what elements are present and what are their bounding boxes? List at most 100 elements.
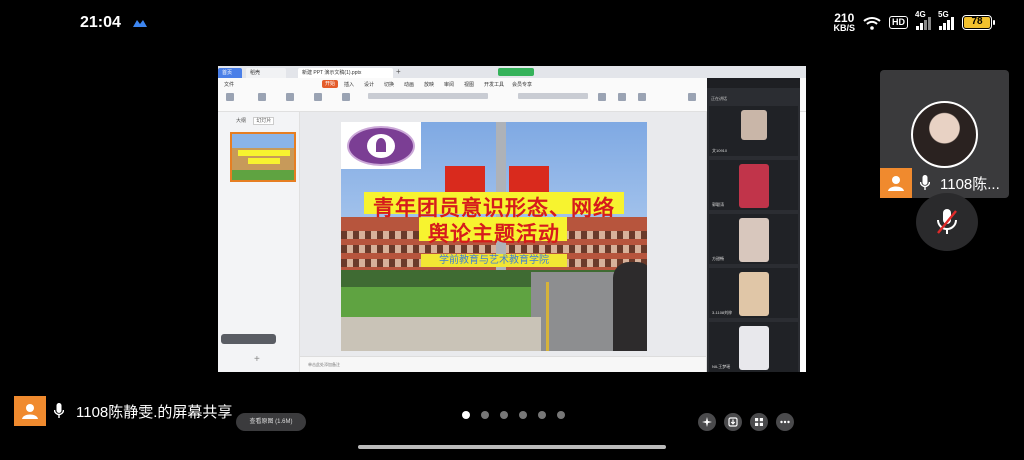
new-slide-icon[interactable] [314, 93, 322, 101]
slide-road-line [546, 282, 549, 351]
arrange-icon[interactable] [638, 93, 646, 101]
menu-transition[interactable]: 切换 [384, 81, 394, 88]
thumbnail-panel-tabs: 大纲 幻灯片 [234, 117, 278, 125]
menu-file[interactable]: 文件 [224, 81, 234, 88]
mic-muted-icon [937, 209, 957, 234]
slide-person [613, 262, 647, 351]
participant-name: 郭聪涛 [712, 202, 724, 207]
slide-thumbnail-panel: 大纲 幻灯片 + [218, 112, 300, 372]
meeting-status-pill [498, 68, 534, 76]
page-dot[interactable] [538, 411, 546, 419]
slideshow-icon[interactable] [286, 93, 294, 101]
shape-icon[interactable] [618, 93, 626, 101]
page-dot[interactable] [462, 411, 470, 419]
slide-subtitle: 学前教育与艺术教育学院 [421, 254, 567, 267]
mic-icon [920, 175, 930, 190]
wps-tab-bar: 首页 稻壳 新建 PPT 演示文稿(1).pptx + [218, 66, 806, 78]
bottom-tools [698, 413, 794, 431]
more-icon [780, 420, 790, 424]
layout-icon[interactable] [342, 93, 350, 101]
hd-voice-badge: HD [889, 16, 908, 29]
participant-avatar [739, 164, 769, 208]
page-dot[interactable] [481, 411, 489, 419]
tab-document[interactable]: 新建 PPT 演示文稿(1).pptx [298, 68, 393, 78]
sharer-mic-icon [54, 403, 64, 418]
person-icon [880, 168, 912, 198]
sharer-person-icon [14, 396, 46, 426]
page-indicator [462, 411, 565, 419]
battery-level: 78 [964, 17, 990, 28]
tab-slides[interactable]: 幻灯片 [253, 117, 275, 125]
notes-bar[interactable]: 单击此处添加备注 [300, 356, 706, 372]
page-dot[interactable] [500, 411, 508, 419]
paste-icon[interactable] [226, 93, 234, 101]
participant-tile[interactable]: 郭聪涛 [709, 160, 798, 210]
download-icon [728, 417, 738, 427]
menu-slideshow[interactable]: 放映 [424, 81, 434, 88]
participant-tile[interactable]: 3-1108刘梓 [709, 268, 798, 318]
panel-title: 正在讲话 [711, 96, 727, 101]
battery-icon: 78 [962, 15, 995, 30]
find-icon[interactable] [688, 93, 696, 101]
tab-docer[interactable]: 稻壳 [246, 68, 286, 78]
panel-action-pill[interactable] [221, 334, 276, 344]
participant-avatar [739, 272, 769, 316]
presentation-slide: 青年团员意识形态、网络 舆论主题活动 学前教育与艺术教育学院 [341, 122, 647, 351]
page-dot[interactable] [519, 411, 527, 419]
page-dot[interactable] [557, 411, 565, 419]
grid-view-button[interactable] [750, 413, 768, 431]
sparkle-icon [702, 417, 712, 427]
status-indicators: 210 KB/S HD 4G 5G 78 [833, 10, 995, 33]
menu-developer[interactable]: 开发工具 [484, 81, 504, 88]
self-avatar [911, 101, 978, 168]
clock: 21:04 [80, 14, 121, 31]
signal-5g-icon: 5G [938, 10, 954, 30]
add-slide-icon[interactable]: + [254, 354, 260, 365]
signal-4g-icon: 4G [915, 10, 931, 30]
share-label: 1108陈静雯.的屏幕共享 [76, 404, 233, 421]
grid-icon [755, 418, 763, 426]
participant-avatar [741, 110, 767, 140]
slide-title-line2: 舆论主题活动 [428, 221, 560, 246]
mute-toggle-button[interactable] [916, 193, 978, 251]
participant-tile[interactable]: 文10910 [709, 106, 798, 156]
menu-member[interactable]: 会员专享 [512, 81, 532, 88]
menu-insert[interactable]: 插入 [344, 81, 354, 88]
download-button[interactable] [724, 413, 742, 431]
participant-name: 3-1108刘梓 [712, 310, 733, 315]
new-tab-icon[interactable]: + [396, 67, 401, 76]
self-video-tile[interactable]: 1108陈... [880, 70, 1009, 198]
menu-view[interactable]: 视图 [464, 81, 474, 88]
format-painter-icon[interactable] [258, 93, 266, 101]
participant-name: 文10910 [712, 148, 728, 153]
slide-thumbnail[interactable] [230, 132, 296, 182]
status-bar: 21:04 210 KB/S HD 4G 5G 78 [0, 0, 1024, 46]
menu-review[interactable]: 审阅 [444, 81, 454, 88]
font-controls[interactable] [368, 93, 488, 99]
tab-home[interactable]: 首页 [218, 68, 242, 78]
annotate-button[interactable] [698, 413, 716, 431]
menu-home[interactable]: 开始 [322, 80, 339, 88]
view-original-button[interactable]: 查看原图 (1.6M) [236, 413, 306, 431]
wifi-icon [863, 16, 881, 30]
meeting-participant-panel: 正在讲话 文10910 郭聪涛 方甜畅 3-1108刘梓 NIL王梦瑶 [707, 78, 800, 372]
textbox-icon[interactable] [598, 93, 606, 101]
school-logo [341, 122, 421, 169]
panel-header [707, 78, 800, 88]
tab-outline[interactable]: 大纲 [234, 118, 248, 124]
app-notification-icon [133, 20, 147, 27]
network-speed: 210 KB/S [833, 11, 855, 33]
participant-avatar [739, 218, 769, 262]
participant-tile[interactable]: NIL王梦瑶 [709, 322, 798, 372]
home-indicator[interactable] [358, 445, 666, 449]
menu-animation[interactable]: 动画 [404, 81, 414, 88]
more-options-button[interactable] [776, 413, 794, 431]
participant-avatar [739, 326, 769, 370]
participant-tile[interactable]: 方甜畅 [709, 214, 798, 264]
self-name: 1108陈... [940, 176, 1000, 193]
paragraph-controls[interactable] [518, 93, 588, 99]
slide-plaza [341, 317, 541, 351]
participant-name: NIL王梦瑶 [712, 364, 731, 369]
menu-design[interactable]: 设计 [364, 81, 374, 88]
participant-name: 方甜畅 [712, 256, 724, 261]
